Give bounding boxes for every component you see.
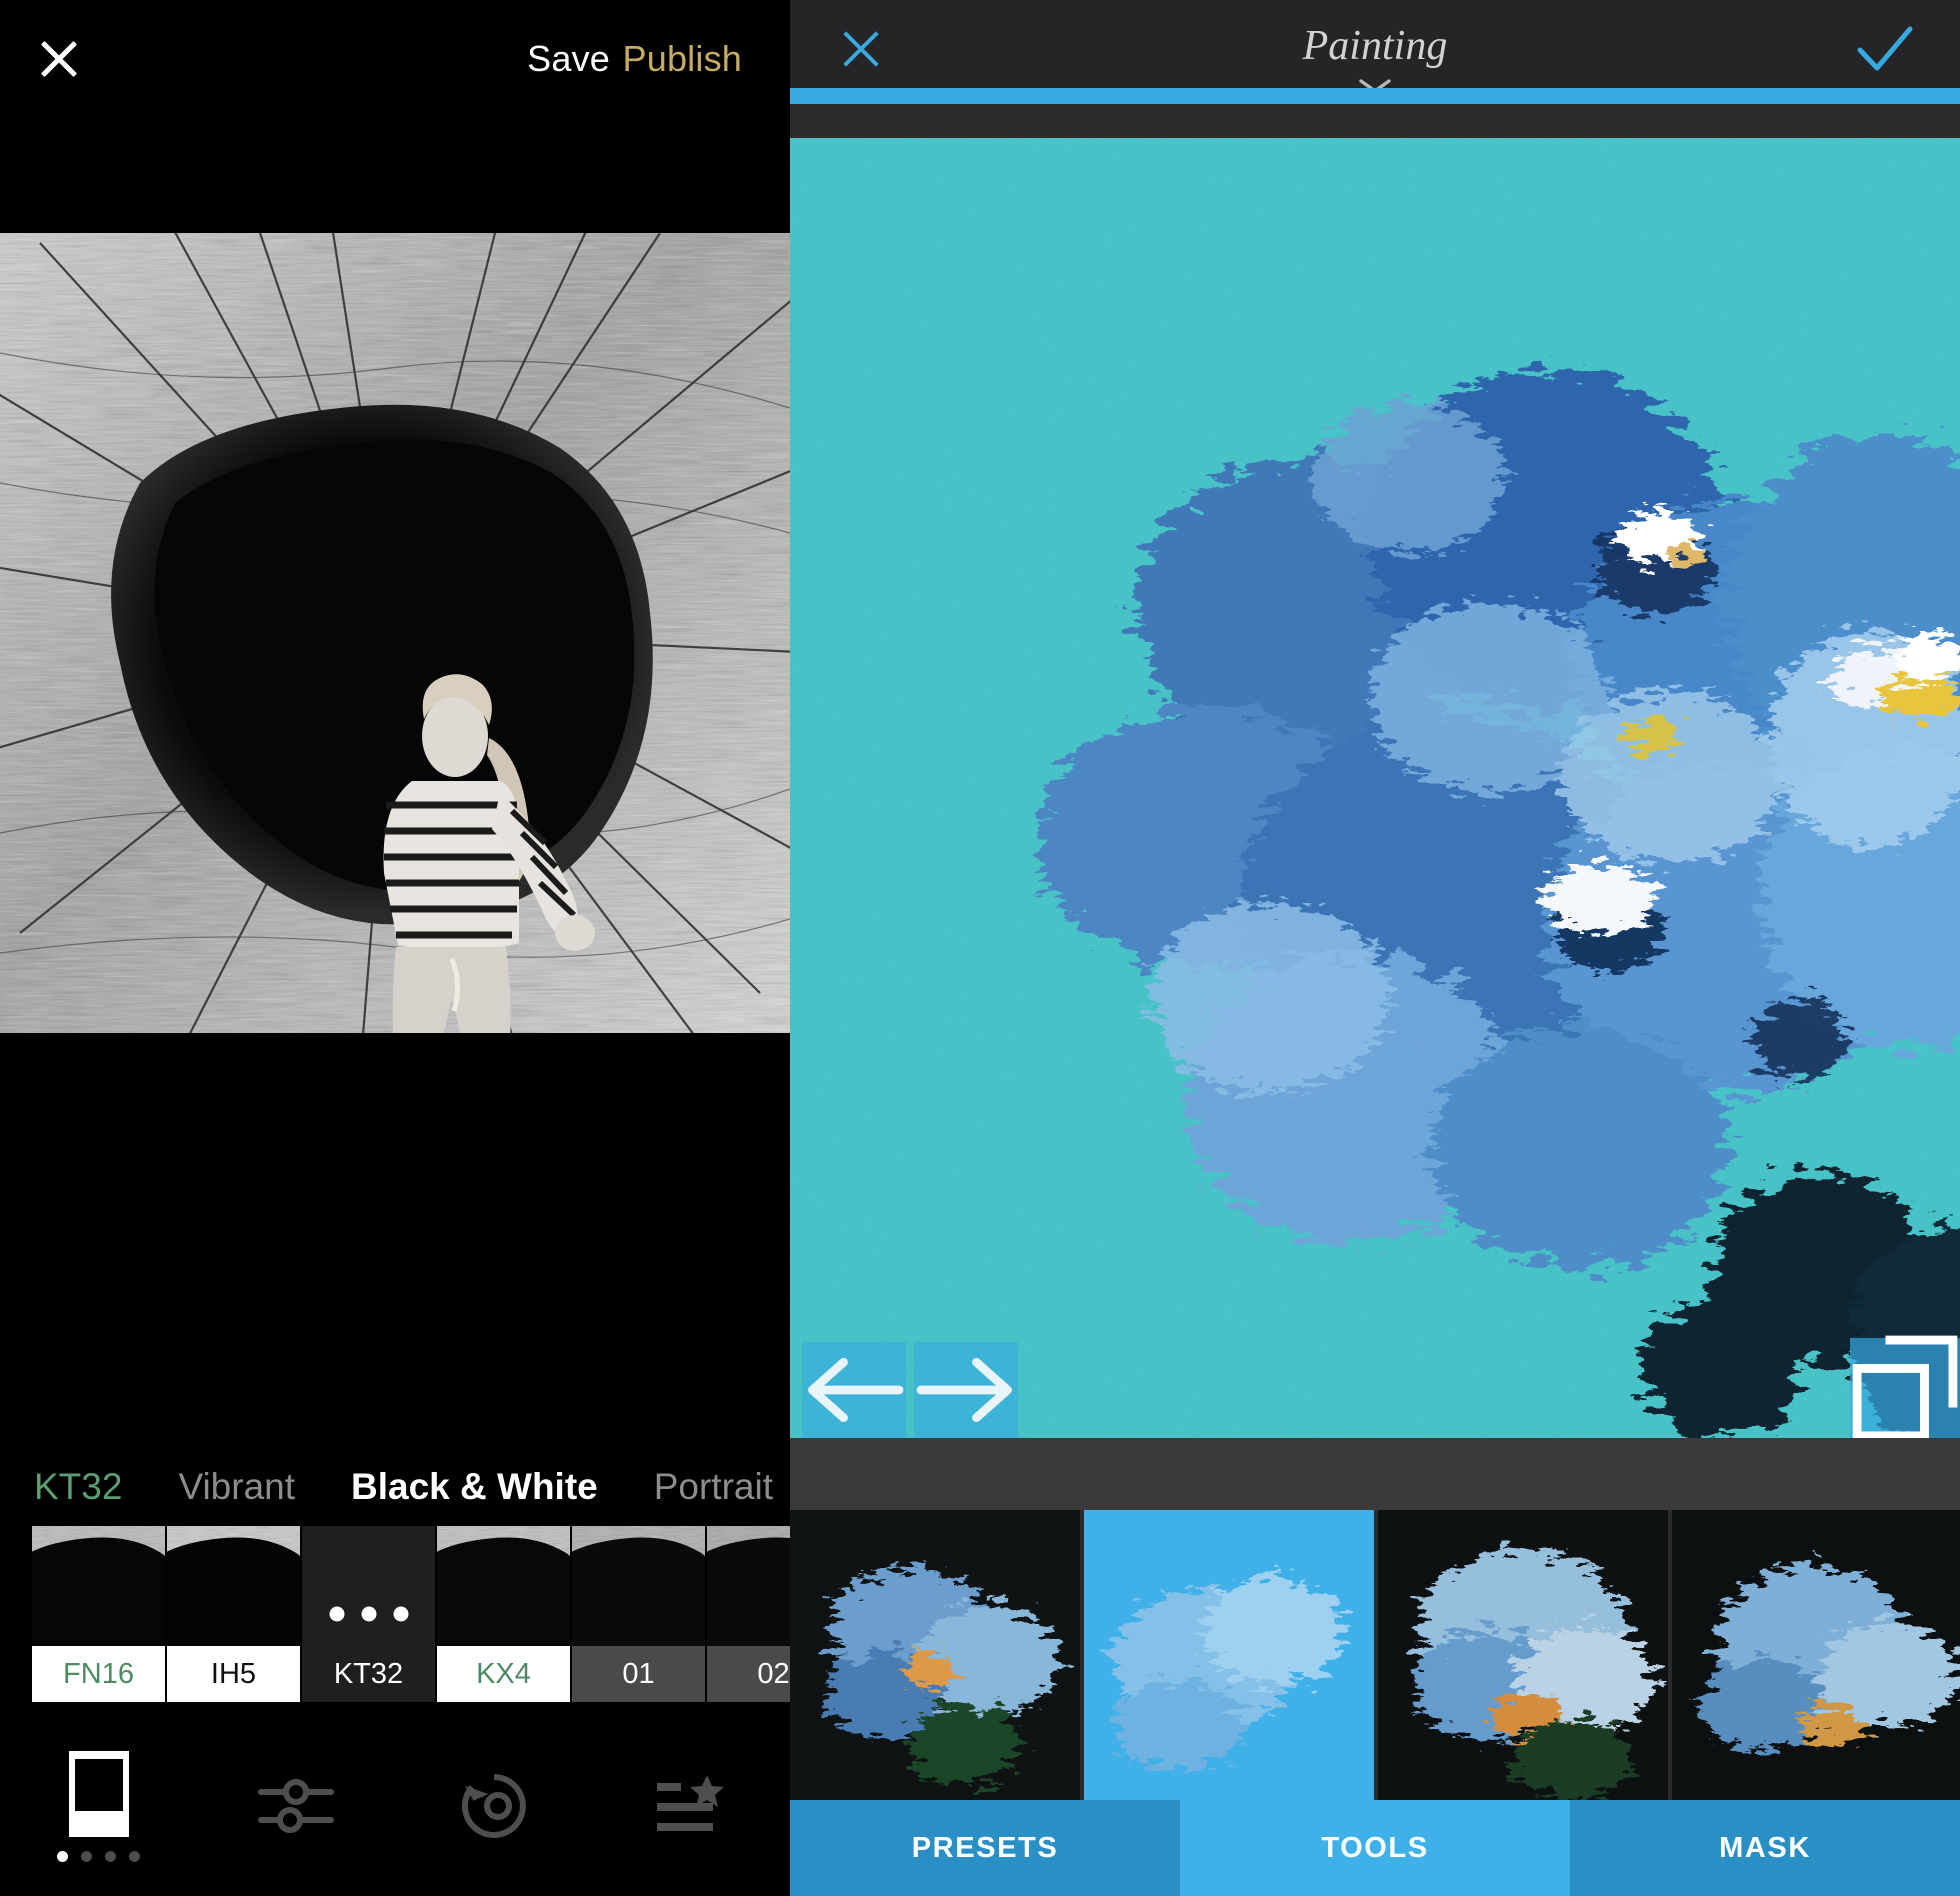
painting-canvas[interactable]	[790, 138, 1960, 1438]
preset-label: KX4	[437, 1646, 570, 1702]
preset-thumbnail-strip[interactable]: FN16 IH5 KT32 KX4 01 02	[0, 1526, 790, 1702]
publish-button[interactable]: Publish	[623, 38, 742, 80]
tool-thumbnail[interactable]	[1672, 1510, 1960, 1800]
preset-label: IH5	[167, 1646, 300, 1702]
tool-thumbnail-strip[interactable]	[790, 1510, 1960, 1800]
preset-label: 01	[572, 1646, 705, 1702]
category-portrait[interactable]: Portrait	[654, 1466, 773, 1508]
list-star-icon	[657, 1775, 725, 1831]
arrow-right-icon	[916, 1357, 1012, 1423]
app-screen: Save Publish KT32 Vibrant Black & White …	[0, 0, 1960, 1896]
left-top-bar: Save Publish	[0, 0, 790, 120]
preset-item[interactable]: IH5	[167, 1526, 300, 1702]
duplicate-layer-button[interactable]	[1850, 1335, 1960, 1438]
preset-label: KT32	[302, 1646, 435, 1702]
tool-thumbnail[interactable]	[1378, 1510, 1668, 1800]
tab-presets[interactable]: PRESETS	[790, 1800, 1180, 1896]
history-undo-icon	[461, 1774, 526, 1838]
photo-letterbox	[0, 1033, 790, 1443]
check-icon[interactable]	[1856, 24, 1914, 74]
next-variation-button[interactable]	[914, 1342, 1018, 1438]
preset-item[interactable]: 01	[572, 1526, 705, 1702]
tab-mask[interactable]: MASK	[1570, 1800, 1960, 1896]
preset-label: FN16	[32, 1646, 165, 1702]
layers-copy-icon	[1852, 1335, 1958, 1438]
preset-item[interactable]: KX4	[437, 1526, 570, 1702]
photo-preview[interactable]	[0, 233, 790, 1033]
tab-adjust[interactable]	[198, 1774, 396, 1838]
tab-history[interactable]	[395, 1768, 593, 1844]
right-bottom-tabs[interactable]: PRESETS TOOLS MASK	[790, 1800, 1960, 1896]
tab-saved[interactable]	[593, 1775, 791, 1837]
page-dots	[57, 1850, 141, 1862]
looks-frame-icon	[68, 1750, 129, 1837]
preset-item[interactable]: FN16	[32, 1526, 165, 1702]
preset-item[interactable]: 02	[707, 1526, 790, 1702]
page-title: Painting	[1302, 23, 1448, 69]
category-vibrant[interactable]: Vibrant	[178, 1466, 295, 1508]
left-bottom-toolbar	[0, 1716, 790, 1896]
more-options-icon[interactable]	[329, 1606, 408, 1622]
tool-thumbnail[interactable]	[790, 1510, 1080, 1800]
preset-item-more[interactable]: KT32	[302, 1526, 435, 1702]
save-button[interactable]: Save	[527, 38, 610, 80]
category-black-and-white[interactable]: Black & White	[351, 1466, 598, 1508]
tool-strip-divider	[790, 1438, 1960, 1510]
painting-editor-panel: Painting PRESETS TOOLS MASK	[790, 0, 1960, 1896]
photo-editor-panel: Save Publish KT32 Vibrant Black & White …	[0, 0, 790, 1896]
category-kt32[interactable]: KT32	[34, 1466, 122, 1508]
tab-looks[interactable]	[0, 1750, 198, 1862]
preset-category-strip[interactable]: KT32 Vibrant Black & White Portrait Nat	[0, 1448, 790, 1526]
previous-variation-button[interactable]	[802, 1342, 906, 1438]
redo-arrow-icon	[1084, 1510, 1229, 1655]
arrow-left-icon	[808, 1357, 904, 1423]
progress-bar	[790, 88, 1960, 104]
top-spacer-strip	[790, 104, 1960, 138]
tab-tools[interactable]: TOOLS	[1180, 1800, 1570, 1896]
sliders-adjust-icon	[258, 1779, 335, 1833]
preset-label: 02	[707, 1646, 790, 1702]
close-icon[interactable]	[36, 36, 82, 82]
tool-thumbnail-selected[interactable]	[1084, 1510, 1374, 1800]
